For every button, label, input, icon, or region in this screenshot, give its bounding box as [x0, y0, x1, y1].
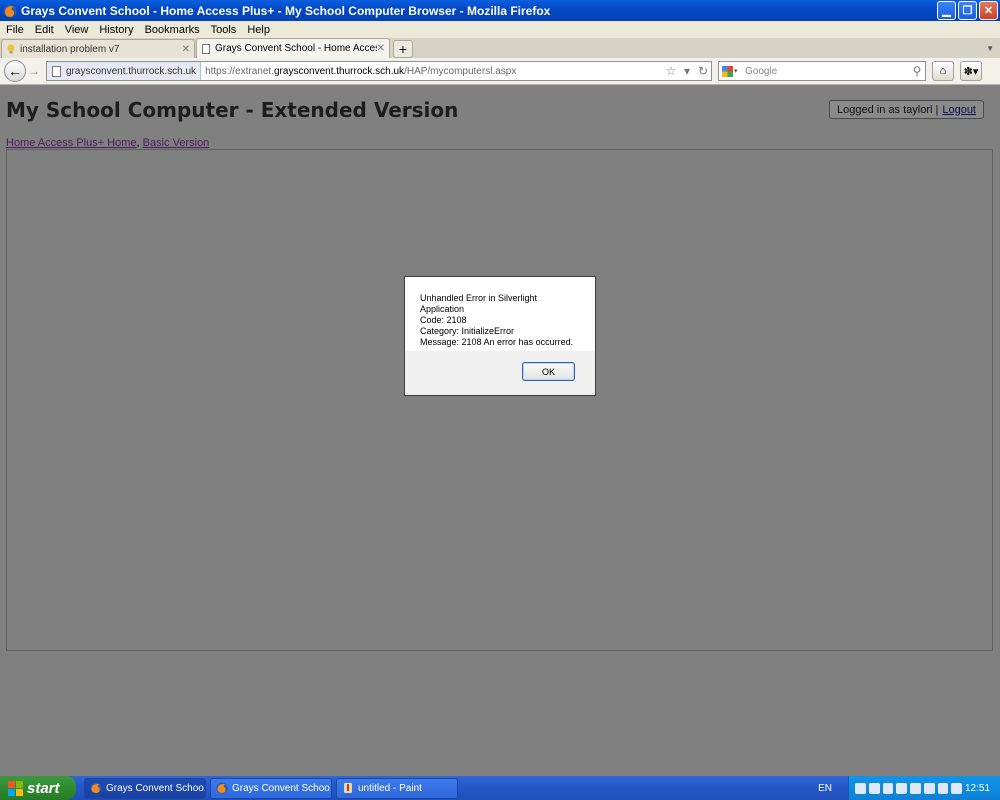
lightbulb-icon [7, 44, 15, 54]
bookmark-star-icon[interactable]: ☆ [663, 64, 679, 78]
dialog-line: Category: InitializeError [420, 326, 515, 336]
dialog-line: Code: 2108 [420, 315, 467, 325]
windows-flag-icon [8, 780, 23, 796]
minimize-button[interactable]: ▁ [937, 1, 956, 20]
tab-label: installation problem v7 [20, 43, 120, 55]
forward-button[interactable]: → [26, 64, 42, 78]
ok-button[interactable]: OK [522, 362, 575, 381]
navigation-bar: ← → graysconvent.thurrock.sch.uk https:/… [0, 58, 1000, 85]
home-button[interactable]: ⌂ [932, 61, 954, 81]
window-title: Grays Convent School - Home Access Plus+… [21, 3, 551, 18]
site-identity-label: graysconvent.thurrock.sch.uk [66, 65, 197, 77]
error-dialog: Unhandled Error in Silverlight Applicati… [404, 276, 596, 396]
taskbar-item-label: Grays Convent Schoo... [232, 782, 332, 794]
firefox-icon [216, 782, 228, 794]
url-text[interactable]: https://extranet.graysconvent.thurrock.s… [201, 66, 663, 77]
tray-shield-icon[interactable] [910, 782, 921, 794]
start-label: start [27, 779, 60, 797]
tab-close-icon[interactable]: ✕ [377, 43, 385, 54]
tray-network-icon[interactable] [855, 782, 866, 794]
tray-mail-icon[interactable] [923, 782, 935, 794]
reload-icon[interactable]: ↻ [695, 64, 711, 78]
dropdown-icon[interactable]: ▾ [679, 64, 695, 78]
tray-status-icon[interactable] [937, 782, 949, 794]
menu-view[interactable]: View [61, 24, 96, 36]
google-icon [722, 65, 733, 77]
menu-bookmarks[interactable]: Bookmarks [141, 24, 207, 36]
dialog-message: Unhandled Error in Silverlight Applicati… [405, 277, 595, 352]
language-indicator[interactable]: EN [818, 783, 832, 794]
page-title: My School Computer - Extended Version [6, 98, 459, 122]
paint-icon [344, 783, 352, 793]
url-prefix: https://extranet. [205, 65, 274, 77]
system-tray: 12:51 [848, 776, 1000, 800]
url-path: /HAP/mycomputersl.aspx [404, 65, 517, 77]
tab-installation-problem[interactable]: installation problem v7 ✕ [1, 39, 195, 58]
page-content: My School Computer - Extended Version Lo… [0, 86, 1000, 776]
menu-help[interactable]: Help [243, 24, 277, 36]
close-button[interactable]: ✕ [979, 1, 998, 20]
tab-label: Grays Convent School - Home Access Plu..… [215, 43, 377, 54]
menu-bar: File Edit View History Bookmarks Tools H… [0, 21, 1000, 38]
tab-grays-convent[interactable]: Grays Convent School - Home Access Plu..… [196, 38, 390, 58]
tray-volume-icon[interactable] [882, 782, 894, 794]
tab-list-icon[interactable]: ▼ [986, 44, 994, 53]
dialog-footer: OK [405, 351, 595, 395]
tray-help-icon[interactable] [868, 782, 880, 794]
taskbar-item-paint[interactable]: untitled - Paint [336, 777, 458, 799]
tray-security-icon[interactable] [896, 782, 907, 794]
page-icon [202, 43, 210, 54]
login-status: Logged in as taylorl | Logout [829, 100, 984, 119]
menu-tools[interactable]: Tools [207, 24, 244, 36]
clock[interactable]: 12:51 [965, 783, 990, 794]
firefox-icon [90, 782, 102, 794]
taskbar-item-label: Grays Convent Schoo... [106, 782, 206, 794]
new-tab-button[interactable]: + [393, 40, 413, 58]
site-identity-button[interactable]: graysconvent.thurrock.sch.uk [47, 62, 202, 80]
start-button[interactable]: start [0, 776, 76, 800]
page-icon [52, 65, 61, 77]
taskbar-item-firefox-2[interactable]: Grays Convent Schoo... [210, 777, 332, 799]
url-bar[interactable]: graysconvent.thurrock.sch.uk https://ext… [46, 61, 712, 81]
search-input[interactable]: Google [741, 66, 909, 77]
taskbar-item-firefox-1[interactable]: Grays Convent Schoo... [84, 777, 206, 799]
firefox-icon [3, 4, 17, 17]
window-titlebar: Grays Convent School - Home Access Plus+… [0, 0, 1000, 21]
back-arrow-icon: ← [8, 63, 22, 79]
search-bar[interactable]: ▾ Google ⚲ [718, 61, 926, 81]
forward-arrow-icon: → [28, 64, 40, 78]
taskbar-item-label: untitled - Paint [358, 782, 422, 794]
back-button[interactable]: ← [4, 60, 26, 82]
home-icon: ⌂ [939, 65, 947, 77]
silverlight-frame [6, 149, 993, 651]
menu-history[interactable]: History [95, 24, 140, 36]
search-engine-button[interactable]: ▾ [719, 65, 741, 77]
basic-version-link[interactable]: Basic Version [143, 137, 210, 149]
dialog-line: Unhandled Error in Silverlight Applicati… [420, 293, 538, 314]
tab-strip: installation problem v7 ✕ Grays Convent … [0, 38, 1000, 58]
login-text: Logged in as taylorl | [837, 103, 939, 116]
breadcrumb-separator: , [136, 137, 140, 149]
logout-link[interactable]: Logout [942, 104, 976, 116]
url-domain: graysconvent.thurrock.sch.uk [274, 65, 405, 77]
breadcrumb: Home Access Plus+ Home, Basic Version [6, 137, 209, 149]
dialog-line: Message: 2108 An error has occurred. [420, 337, 574, 347]
tab-close-icon[interactable]: ✕ [182, 44, 190, 55]
puzzle-icon: ✽▾ [963, 65, 979, 78]
maximize-button[interactable]: ❐ [958, 1, 977, 20]
addon-button[interactable]: ✽▾ [960, 61, 982, 81]
tray-update-icon[interactable] [951, 782, 962, 794]
taskbar: start Grays Convent Schoo... Grays Conve… [0, 776, 1000, 800]
home-access-plus-link[interactable]: Home Access Plus+ Home [6, 137, 137, 149]
search-icon[interactable]: ⚲ [909, 64, 925, 78]
menu-edit[interactable]: Edit [31, 24, 61, 36]
menu-file[interactable]: File [2, 24, 31, 36]
